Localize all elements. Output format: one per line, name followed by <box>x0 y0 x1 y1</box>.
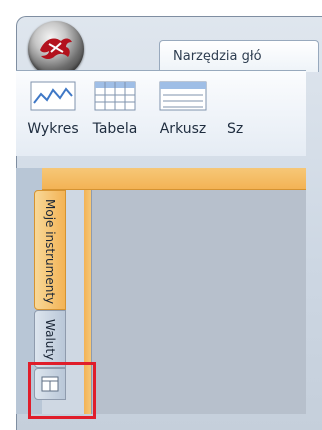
highlight-box <box>28 362 96 419</box>
chart-button-label: Wykres <box>27 121 79 137</box>
line-chart-icon <box>30 81 76 111</box>
sheet-button[interactable]: Arkusz <box>148 73 218 143</box>
more-button[interactable]: Sz <box>218 73 288 143</box>
sheet-button-label: Arkusz <box>159 121 207 137</box>
table-button-label: Tabela <box>92 121 138 137</box>
tab-currencies-label: Waluty <box>43 319 57 361</box>
more-button-label: Sz <box>227 121 244 137</box>
tab-my-instruments[interactable]: Moje instrumenty <box>34 190 66 310</box>
chart-button[interactable]: Wykres <box>18 73 88 143</box>
table-button[interactable]: Tabela <box>84 73 146 143</box>
tab-my-instruments-label: Moje instrumenty <box>43 199 57 305</box>
workspace-area[interactable] <box>91 190 306 414</box>
tab-currencies[interactable]: Waluty <box>34 310 66 368</box>
table-icon <box>94 81 136 111</box>
sheet-icon <box>159 81 207 111</box>
ribbon-panel: Wykres Tabela Arkusz Sz <box>16 70 306 156</box>
tab-main-tools[interactable]: Narzędzia głó <box>159 40 319 72</box>
workspace-frame-top <box>42 168 306 190</box>
